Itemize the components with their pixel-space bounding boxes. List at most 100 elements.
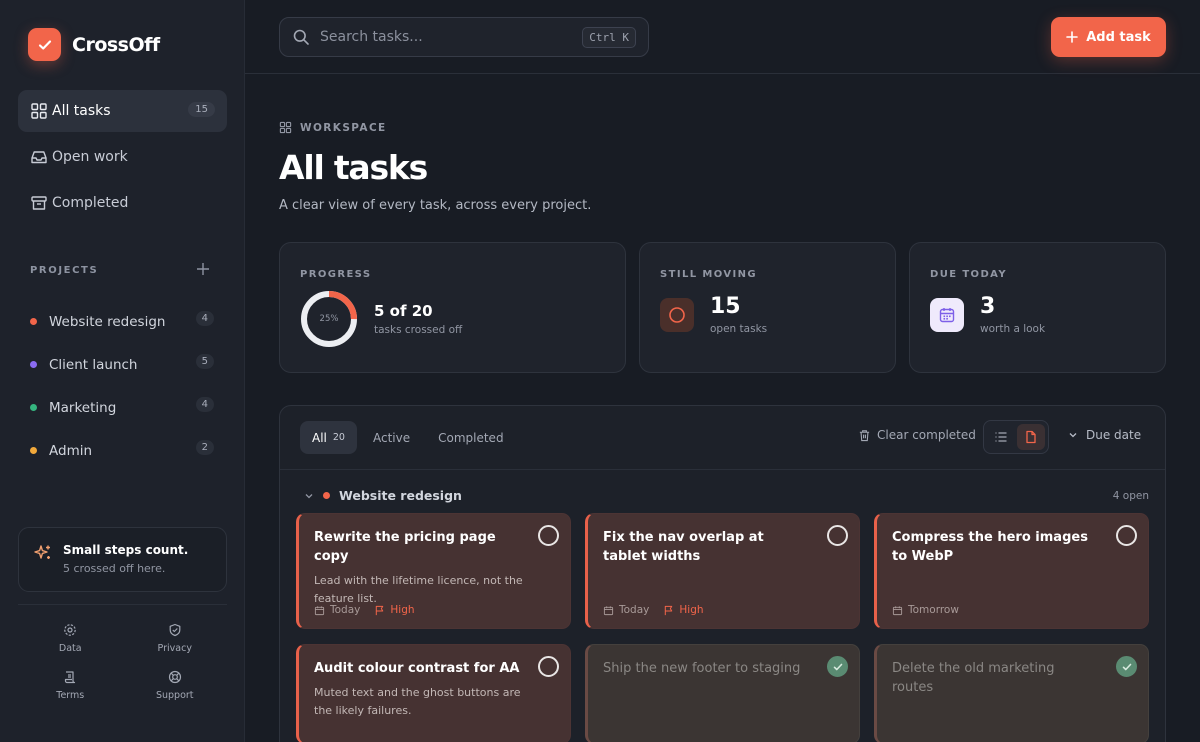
tab-all[interactable]: All 20 xyxy=(300,421,357,454)
priority: High xyxy=(374,604,415,616)
task-title: Audit colour contrast for AA xyxy=(314,661,520,676)
tab-completed[interactable]: Completed xyxy=(426,421,515,454)
scroll-icon xyxy=(65,671,76,684)
task-card[interactable]: Compress the hero images to WebP Tomorro… xyxy=(874,513,1149,629)
task-card[interactable]: Fix the nav overlap at tablet widths Tod… xyxy=(585,513,860,629)
checkmark-icon xyxy=(833,663,842,670)
stat-caption: open tasks xyxy=(710,323,768,335)
due-date: Today xyxy=(314,604,360,616)
task-card[interactable]: Rewrite the pricing page copy Lead with … xyxy=(296,513,571,629)
footer-link-label: Terms xyxy=(56,690,85,701)
clear-completed-button[interactable]: Clear completed xyxy=(858,428,976,442)
tab-label: All xyxy=(312,430,327,445)
footer-link-data[interactable]: Data xyxy=(18,623,123,654)
add-task-label: Add task xyxy=(1086,29,1151,45)
footer-link-label: Privacy xyxy=(157,643,192,654)
breadcrumb: WORKSPACE xyxy=(279,121,387,134)
project-count: 4 xyxy=(195,397,214,412)
footer-link-privacy[interactable]: Privacy xyxy=(123,623,228,654)
lifebuoy-icon xyxy=(168,670,181,684)
due-today-card: DUE TODAY 3 worth a look xyxy=(909,242,1166,373)
tab-count: 20 xyxy=(332,432,345,443)
flag-icon xyxy=(665,605,673,615)
task-title: Rewrite the pricing page copy xyxy=(314,530,496,564)
list-view-button[interactable] xyxy=(987,424,1015,450)
footer-link-support[interactable]: Support xyxy=(123,670,228,701)
progress-donut: 25% xyxy=(300,290,358,348)
task-card[interactable]: Audit colour contrast for AA Muted text … xyxy=(296,644,571,742)
shield-icon xyxy=(169,623,181,637)
footer-link-label: Support xyxy=(155,690,194,701)
stat-caption: worth a look xyxy=(980,323,1046,335)
complete-checkbox[interactable] xyxy=(538,656,559,677)
project-item-client-launch[interactable]: Client launch 5 xyxy=(30,343,214,386)
nav-item-completed[interactable]: Completed xyxy=(18,182,227,224)
project-label: Website redesign xyxy=(49,313,166,330)
brand[interactable]: CrossOff xyxy=(28,28,160,61)
group-open-count: 4 open xyxy=(1112,490,1149,502)
tip-subtitle: 5 crossed off here. xyxy=(63,562,166,575)
task-title: Delete the old marketing routes xyxy=(892,661,1055,695)
task-meta: Today High xyxy=(603,604,704,616)
calendar-icon xyxy=(930,297,964,332)
project-list: Website redesign 4 Client launch 5 Marke… xyxy=(30,300,214,472)
chevron-down-icon xyxy=(305,493,313,498)
project-item-website-redesign[interactable]: Website redesign 4 xyxy=(30,300,214,343)
priority: High xyxy=(663,604,704,616)
complete-checkbox[interactable] xyxy=(538,525,559,546)
project-item-admin[interactable]: Admin 2 xyxy=(30,429,214,472)
complete-checkbox[interactable] xyxy=(1116,525,1137,546)
page-subtitle: A clear view of every task, across every… xyxy=(279,198,592,213)
calendar-icon xyxy=(892,605,903,615)
due-label: Today xyxy=(619,604,650,616)
card-view-button[interactable] xyxy=(1017,424,1045,450)
nav-item-all-tasks[interactable]: All tasks 15 xyxy=(18,90,227,132)
add-project-button[interactable] xyxy=(196,262,210,278)
tip-title: Small steps count. xyxy=(63,543,189,557)
footer-link-terms[interactable]: Terms xyxy=(18,670,123,701)
group-header[interactable]: Website redesign xyxy=(304,488,462,503)
task-description: Lead with the lifetime licence, not the … xyxy=(314,574,523,605)
search-input[interactable]: Search tasks... Ctrl K xyxy=(279,17,649,57)
stat-value: 15 xyxy=(710,294,741,319)
task-meta: Today High xyxy=(314,604,415,616)
main-nav: All tasks 15 Open work Completed xyxy=(18,90,227,228)
nav-count-badge: 15 xyxy=(188,102,215,117)
project-count: 2 xyxy=(195,440,214,455)
tab-active[interactable]: Active xyxy=(361,421,422,454)
nav-item-open-work[interactable]: Open work xyxy=(18,136,227,178)
complete-checkbox[interactable] xyxy=(1116,656,1137,677)
tab-label: Active xyxy=(372,430,411,445)
chevron-down-icon xyxy=(1069,433,1077,438)
nav-item-label: Open work xyxy=(52,149,128,165)
checkmark-icon xyxy=(1122,663,1131,670)
priority-label: High xyxy=(679,604,704,616)
page-title: All tasks xyxy=(279,148,428,187)
task-card-completed[interactable]: Delete the old marketing routes xyxy=(874,644,1149,742)
task-panel: All 20 Active Completed Clear completed xyxy=(279,405,1166,742)
list-icon xyxy=(995,432,1007,442)
gear-icon xyxy=(64,624,77,636)
document-icon xyxy=(1026,430,1036,444)
task-title: Fix the nav overlap at tablet widths xyxy=(603,530,764,564)
search-icon xyxy=(293,29,309,45)
add-task-button[interactable]: Add task xyxy=(1051,17,1166,57)
sparkle-icon xyxy=(34,545,50,559)
progress-percent: 25% xyxy=(319,314,339,324)
project-color-dot xyxy=(30,318,37,325)
checkmark-logo-icon xyxy=(28,28,61,61)
complete-checkbox[interactable] xyxy=(827,525,848,546)
stat-label: STILL MOVING xyxy=(660,269,757,280)
task-card-completed[interactable]: Ship the new footer to staging xyxy=(585,644,860,742)
grid-icon xyxy=(31,103,47,119)
view-toggle xyxy=(983,420,1049,454)
flag-icon xyxy=(376,605,384,615)
project-item-marketing[interactable]: Marketing 4 xyxy=(30,386,214,429)
sort-dropdown[interactable]: Due date xyxy=(1068,428,1141,442)
motivation-card: Small steps count. 5 crossed off here. xyxy=(18,527,227,592)
clear-completed-label: Clear completed xyxy=(877,428,976,442)
complete-checkbox[interactable] xyxy=(827,656,848,677)
plus-icon xyxy=(1066,31,1079,43)
inbox-icon xyxy=(31,151,47,164)
stat-label: DUE TODAY xyxy=(930,269,1007,280)
